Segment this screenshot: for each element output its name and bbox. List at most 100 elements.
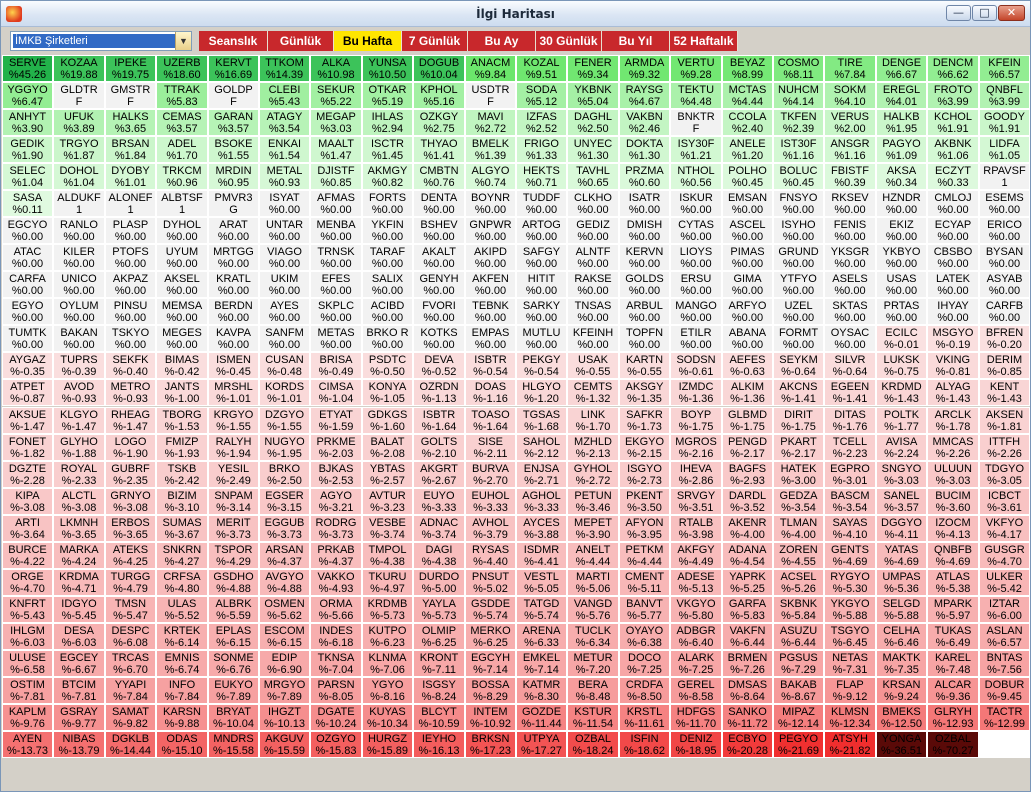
stock-tile[interactable]: IHGZT %-10.13 bbox=[259, 704, 310, 731]
stock-tile[interactable]: VAKFN %-6.44 bbox=[722, 623, 773, 650]
stock-tile[interactable]: YKSGR %0.00 bbox=[824, 244, 876, 271]
tab-52-haftalık[interactable]: 52 Haftalık bbox=[670, 31, 738, 51]
stock-tile[interactable]: ODAS %-15.10 bbox=[156, 731, 208, 758]
stock-tile[interactable]: GSDDE %-5.74 bbox=[465, 596, 516, 623]
stock-tile[interactable]: IHYAY %0.00 bbox=[927, 298, 979, 325]
stock-tile[interactable]: MEMSA %0.00 bbox=[156, 298, 208, 325]
stock-tile[interactable]: TSKYO %0.00 bbox=[105, 325, 156, 352]
stock-tile[interactable]: MSGYO %-0.19 bbox=[927, 325, 979, 352]
stock-tile[interactable]: MENBA %0.00 bbox=[310, 217, 362, 244]
stock-tile[interactable]: CRFSA %-4.80 bbox=[156, 569, 208, 596]
stock-tile[interactable]: PETKM %-4.44 bbox=[619, 542, 670, 569]
stock-tile[interactable]: TMPOL %-4.38 bbox=[362, 542, 413, 569]
stock-tile[interactable]: EMSAN %0.00 bbox=[722, 190, 773, 217]
stock-tile[interactable]: ALONEF 1 bbox=[105, 190, 156, 217]
stock-tile[interactable]: ZOREN %-4.55 bbox=[773, 542, 824, 569]
stock-tile[interactable]: ANELT %-4.44 bbox=[567, 542, 619, 569]
stock-tile[interactable]: MARTI %-5.06 bbox=[567, 569, 619, 596]
stock-tile[interactable]: ARENA %-6.33 bbox=[516, 623, 567, 650]
stock-tile[interactable]: TRNSK %0.00 bbox=[310, 244, 362, 271]
stock-tile[interactable]: CYTAS %0.00 bbox=[670, 217, 722, 244]
stock-tile[interactable]: RKSEV %0.00 bbox=[824, 190, 876, 217]
stock-tile[interactable]: GENTS %-4.69 bbox=[824, 542, 876, 569]
stock-tile[interactable]: MERKO %-6.25 bbox=[465, 623, 516, 650]
stock-tile[interactable]: PINSU %0.00 bbox=[105, 298, 156, 325]
stock-tile[interactable]: TUPRS %-0.39 bbox=[53, 352, 105, 379]
stock-tile[interactable]: AKALT %0.00 bbox=[413, 244, 465, 271]
stock-tile[interactable]: MRTGG %0.00 bbox=[208, 244, 259, 271]
stock-tile[interactable]: YUNSA %10.50 bbox=[362, 55, 413, 82]
stock-tile[interactable]: ASCEL %0.00 bbox=[722, 217, 773, 244]
stock-tile[interactable]: BANVT %-5.77 bbox=[619, 596, 670, 623]
stock-tile[interactable]: ECYAP %0.00 bbox=[927, 217, 979, 244]
stock-tile[interactable]: KSTUR %-11.54 bbox=[567, 704, 619, 731]
stock-tile[interactable]: EPLAS %-6.15 bbox=[208, 623, 259, 650]
stock-tile[interactable]: EMKEL %-7.14 bbox=[516, 650, 567, 677]
stock-tile[interactable]: CMLOJ %0.00 bbox=[927, 190, 979, 217]
stock-tile[interactable]: DENCM %6.62 bbox=[927, 55, 979, 82]
stock-tile[interactable]: GEREL %-8.58 bbox=[670, 677, 722, 704]
stock-tile[interactable]: ISDMR %-4.41 bbox=[516, 542, 567, 569]
stock-tile[interactable]: SARKY %0.00 bbox=[516, 298, 567, 325]
stock-tile[interactable]: GSRAY %-9.77 bbox=[53, 704, 105, 731]
stock-tile[interactable]: VKFYO %-4.17 bbox=[979, 515, 1030, 542]
stock-tile[interactable]: MRDIN %0.95 bbox=[208, 163, 259, 190]
stock-tile[interactable]: AKCNS %-1.41 bbox=[773, 379, 824, 406]
stock-tile[interactable]: DAGHL %2.50 bbox=[567, 109, 619, 136]
stock-tile[interactable]: YKBYO %0.00 bbox=[876, 244, 927, 271]
stock-tile[interactable]: DZGYO %-1.55 bbox=[259, 407, 310, 434]
stock-tile[interactable]: CUSAN %-0.48 bbox=[259, 352, 310, 379]
stock-tile[interactable]: GARAN %3.57 bbox=[208, 109, 259, 136]
stock-tile[interactable]: SODA %5.12 bbox=[516, 82, 567, 109]
stock-tile[interactable]: ARCLK %-1.78 bbox=[927, 407, 979, 434]
stock-tile[interactable]: KRSTL %-11.61 bbox=[619, 704, 670, 731]
stock-tile[interactable]: DIRIT %-1.75 bbox=[773, 407, 824, 434]
stock-tile[interactable]: KARTN %-0.55 bbox=[619, 352, 670, 379]
stock-tile[interactable]: TBORG %-1.53 bbox=[156, 407, 208, 434]
stock-tile[interactable]: ALARK %-7.25 bbox=[670, 650, 722, 677]
stock-tile[interactable]: HDFGS %-11.70 bbox=[670, 704, 722, 731]
stock-tile[interactable]: AEFES %-0.63 bbox=[722, 352, 773, 379]
stock-tile[interactable]: EGEEN %-1.41 bbox=[824, 379, 876, 406]
stock-tile[interactable]: AYEN %-13.73 bbox=[2, 731, 53, 758]
stock-tile[interactable]: ASLAN %-6.57 bbox=[979, 623, 1030, 650]
stock-tile[interactable]: SKTAS %0.00 bbox=[824, 298, 876, 325]
tab-günlük[interactable]: Günlük bbox=[268, 31, 334, 51]
stock-tile[interactable]: AGHOL %-3.33 bbox=[516, 488, 567, 515]
stock-tile[interactable]: SNGYO %-3.03 bbox=[876, 461, 927, 488]
stock-tile[interactable]: PKART %-2.17 bbox=[773, 434, 824, 461]
stock-tile[interactable]: UZERB %18.60 bbox=[156, 55, 208, 82]
stock-tile[interactable]: BERDN %0.00 bbox=[208, 298, 259, 325]
stock-tile[interactable]: PIMAS %0.00 bbox=[722, 244, 773, 271]
stock-tile[interactable]: CCOLA %2.40 bbox=[722, 109, 773, 136]
stock-tile[interactable]: ISBTR %-1.64 bbox=[413, 407, 465, 434]
tab-7-günlük[interactable]: 7 Günlük bbox=[402, 31, 468, 51]
stock-tile[interactable]: MANGO %0.00 bbox=[670, 298, 722, 325]
stock-tile[interactable]: EUHOL %-3.33 bbox=[465, 488, 516, 515]
stock-tile[interactable]: TUKAS %-6.49 bbox=[927, 623, 979, 650]
stock-tile[interactable]: QNBFB %-4.69 bbox=[927, 542, 979, 569]
stock-tile[interactable]: HLGYO %-1.20 bbox=[516, 379, 567, 406]
stock-group-select[interactable]: İMKB Şirketleri ▼ bbox=[10, 31, 192, 51]
stock-tile[interactable]: FRIGO %1.33 bbox=[516, 136, 567, 163]
stock-tile[interactable]: AKFEN %0.00 bbox=[465, 271, 516, 298]
stock-tile[interactable]: BOSSA %-8.29 bbox=[465, 677, 516, 704]
stock-tile[interactable]: CARFB %0.00 bbox=[979, 298, 1030, 325]
stock-tile[interactable]: BFREN %-0.20 bbox=[979, 325, 1030, 352]
stock-tile[interactable]: HITIT %0.00 bbox=[516, 271, 567, 298]
stock-tile[interactable]: HZNDR %0.00 bbox=[876, 190, 927, 217]
stock-tile[interactable]: FMIZP %-1.93 bbox=[156, 434, 208, 461]
stock-tile[interactable]: EGGUB %-3.73 bbox=[259, 515, 310, 542]
stock-tile[interactable]: ISYAT %0.00 bbox=[259, 190, 310, 217]
stock-tile[interactable]: KORDS %-1.01 bbox=[259, 379, 310, 406]
stock-tile[interactable]: ANELE %1.20 bbox=[722, 136, 773, 163]
stock-tile[interactable]: ADESE %-5.13 bbox=[670, 569, 722, 596]
stock-tile[interactable]: AKENR %-4.00 bbox=[722, 515, 773, 542]
stock-tile[interactable]: ARTOG %0.00 bbox=[516, 217, 567, 244]
stock-tile[interactable]: TKFEN %2.39 bbox=[773, 109, 824, 136]
stock-tile[interactable]: GOLTS %-2.10 bbox=[413, 434, 465, 461]
stock-tile[interactable]: INFO %-7.84 bbox=[156, 677, 208, 704]
stock-tile[interactable]: LUKSK %-0.75 bbox=[876, 352, 927, 379]
stock-tile[interactable]: PARSN %-8.05 bbox=[310, 677, 362, 704]
stock-tile[interactable]: VKING %-0.81 bbox=[927, 352, 979, 379]
